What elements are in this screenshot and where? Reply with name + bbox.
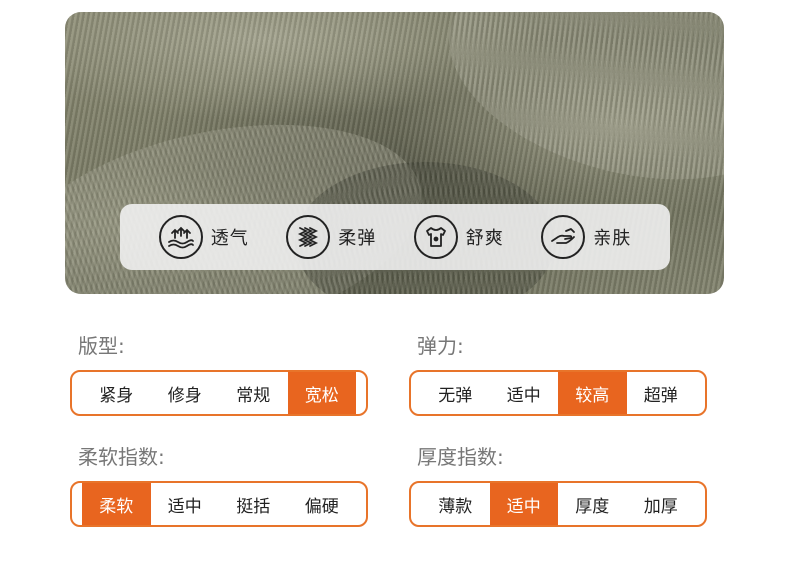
fit-group: 版型: 紧身 修身 常规 宽松 [70, 334, 368, 416]
feature-bar: 透气 柔弹 舒爽 亲肤 [120, 204, 670, 270]
feature-skin-friendly: 亲肤 [541, 215, 631, 259]
shirt-icon [413, 215, 458, 259]
option-slim[interactable]: 修身 [151, 372, 220, 414]
elasticity-selector: 无弹 适中 较高 超弹 [409, 370, 707, 416]
group-title: 版型: [78, 334, 125, 358]
option-super-stretch[interactable]: 超弹 [627, 372, 696, 414]
feature-breathable: 透气 [158, 215, 249, 259]
thickness-group: 厚度指数: 薄款 适中 厚度 加厚 [409, 445, 707, 527]
elasticity-group: 弹力: 无弹 适中 较高 超弹 [409, 334, 707, 416]
option-soft[interactable]: 柔软 [82, 483, 151, 525]
thickness-selector: 薄款 适中 厚度 加厚 [409, 481, 707, 527]
option-tight[interactable]: 紧身 [82, 372, 151, 414]
option-no-stretch[interactable]: 无弹 [421, 372, 490, 414]
airflow-icon [158, 215, 203, 259]
option-medium[interactable]: 适中 [489, 483, 558, 525]
option-loose[interactable]: 宽松 [287, 372, 356, 414]
option-stiff[interactable]: 偏硬 [288, 483, 357, 525]
group-title: 厚度指数: [417, 445, 504, 469]
softness-selector: 柔软 适中 挺括 偏硬 [70, 481, 368, 527]
feature-label: 亲肤 [593, 228, 632, 249]
fit-selector: 紧身 修身 常规 宽松 [70, 370, 368, 416]
group-title: 弹力: [417, 334, 464, 358]
feature-cool: 舒爽 [413, 215, 504, 259]
wave-stretch-icon [286, 215, 331, 259]
option-medium[interactable]: 适中 [490, 372, 559, 414]
feature-label: 透气 [210, 228, 249, 249]
option-thick[interactable]: 厚度 [558, 483, 627, 525]
option-crisp[interactable]: 挺括 [219, 483, 288, 525]
option-thin[interactable]: 薄款 [421, 483, 490, 525]
option-medium[interactable]: 适中 [151, 483, 220, 525]
group-title: 柔软指数: [78, 445, 165, 469]
option-regular[interactable]: 常规 [219, 372, 288, 414]
option-high[interactable]: 较高 [558, 372, 627, 414]
option-extra-thick[interactable]: 加厚 [627, 483, 696, 525]
feature-label: 柔弹 [338, 228, 377, 249]
softness-group: 柔软指数: 柔软 适中 挺括 偏硬 [70, 445, 368, 527]
feature-elastic: 柔弹 [286, 215, 376, 259]
fabric-photo: 透气 柔弹 舒爽 亲肤 [65, 12, 724, 294]
feature-label: 舒爽 [465, 228, 504, 249]
hand-icon [541, 215, 586, 259]
